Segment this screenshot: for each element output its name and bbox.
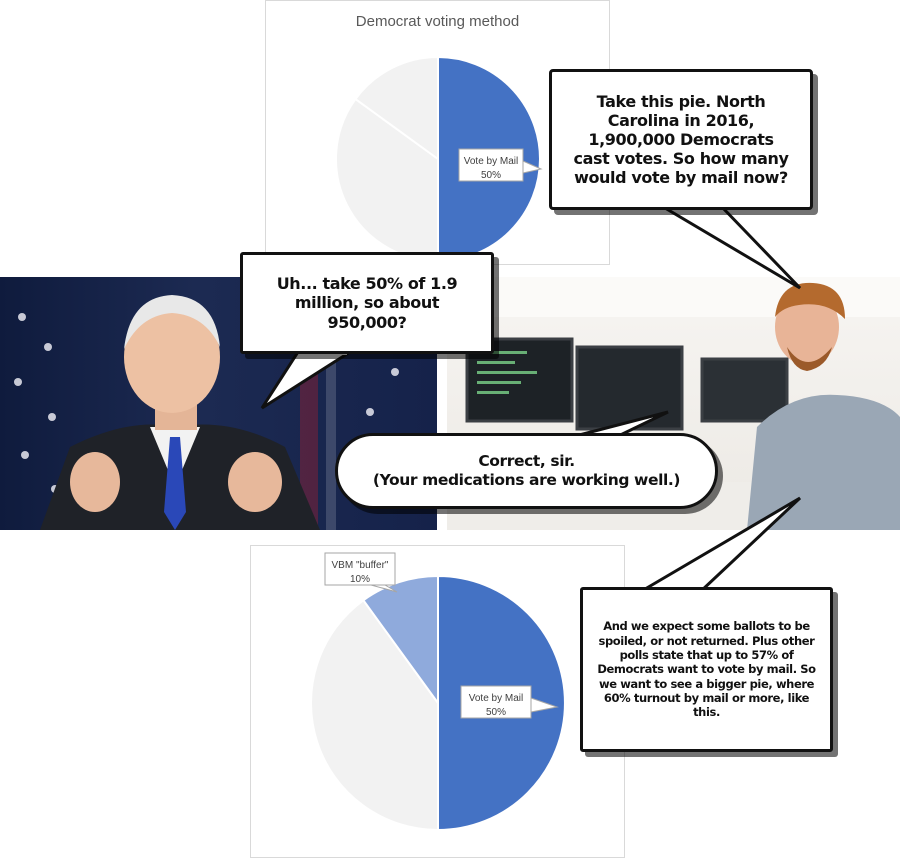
analyst-reply-line1: Correct, sir.	[478, 451, 575, 470]
analyst-question-text: Take this pie. North Carolina in 2016, 1…	[573, 91, 789, 188]
analyst-reply-line2: (Your medications are working well.)	[372, 471, 681, 489]
biden-answer-bubble: Uh... take 50% of 1.9 million, so about …	[240, 252, 494, 354]
analyst-explanation-text: And we expect some ballots to be spoiled…	[597, 619, 816, 720]
analyst-question-bubble: Take this pie. North Carolina in 2016, 1…	[549, 69, 813, 210]
biden-answer-text: Uh... take 50% of 1.9 million, so about …	[276, 273, 458, 332]
analyst-reply-bubble: Correct, sir. (Your medications are work…	[335, 433, 718, 509]
analyst-explanation-bubble: And we expect some ballots to be spoiled…	[580, 587, 833, 752]
